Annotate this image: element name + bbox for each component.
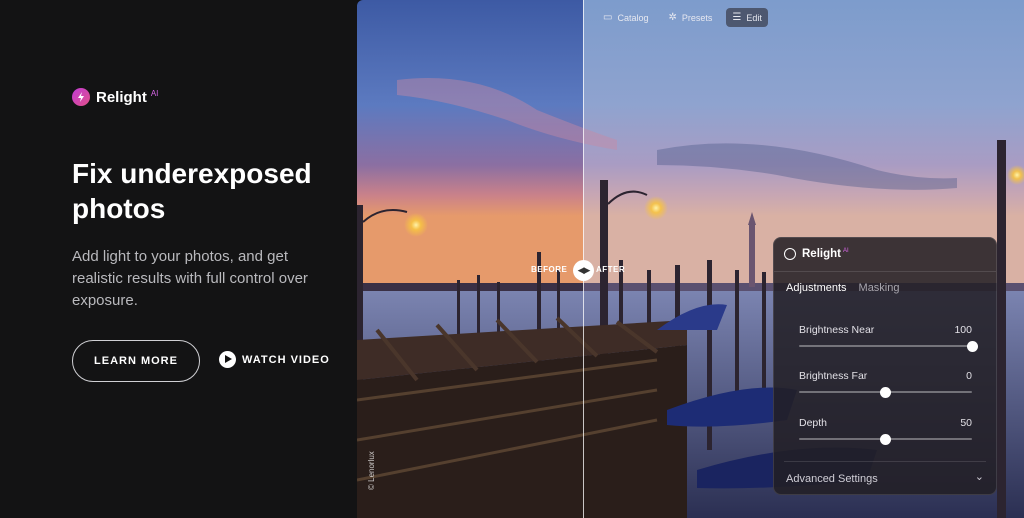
brand-ai-badge: AI — [150, 88, 159, 98]
slider-label: Depth — [799, 417, 828, 429]
compare-divider[interactable] — [583, 0, 584, 518]
panel-tabs: Adjustments Masking — [786, 282, 900, 294]
page-title: Fix underexposed photos — [72, 158, 312, 224]
sparkle-icon: ✲ — [668, 12, 677, 23]
catalog-label: Catalog — [617, 12, 649, 23]
slider-track[interactable] — [799, 386, 972, 398]
sliders-icon: ☰ — [732, 12, 742, 23]
slider-track[interactable] — [799, 340, 978, 352]
before-label: BEFORE — [531, 265, 568, 274]
slider-value: 0 — [966, 370, 972, 382]
panel-divider — [784, 461, 986, 462]
photo-toolbar: ▭ Catalog ✲ Presets ☰ Edit — [597, 8, 768, 27]
watch-video-button[interactable]: WATCH VIDEO — [219, 351, 330, 368]
slider-thumb[interactable] — [880, 386, 891, 398]
chevron-down-icon[interactable]: ⌄ — [975, 470, 984, 483]
presets-tab[interactable]: ✲ Presets — [662, 8, 718, 27]
relight-icon — [784, 248, 796, 260]
slider-thumb[interactable] — [880, 433, 891, 445]
watch-video-label: WATCH VIDEO — [242, 353, 330, 366]
panel-divider — [774, 271, 996, 272]
play-icon — [219, 351, 236, 368]
before-after-photo[interactable]: BEFORE ◀▶ AFTER © Lenorlux ▭ Catalog ✲ P… — [357, 0, 1024, 518]
slider-track[interactable] — [799, 433, 972, 445]
hero-description: Add light to your photos, and get realis… — [72, 248, 308, 309]
edit-label: Edit — [746, 12, 762, 23]
panel-ai-badge: AI — [842, 247, 849, 254]
learn-more-button[interactable]: LEARN MORE — [72, 340, 200, 382]
relight-panel: Relight AI Adjustments Masking Brightnes… — [773, 237, 997, 495]
slider-value: 50 — [960, 417, 972, 429]
panel-header: Relight AI — [784, 248, 849, 260]
tab-masking[interactable]: Masking — [859, 282, 900, 294]
edit-tab[interactable]: ☰ Edit — [726, 8, 768, 27]
brand: Relight AI — [72, 88, 158, 106]
brand-name: Relight — [96, 88, 147, 106]
after-label: AFTER — [596, 265, 626, 274]
presets-label: Presets — [681, 12, 713, 23]
slider-value: 100 — [954, 324, 972, 336]
panel-title: Relight — [802, 248, 841, 260]
hero-section: Relight AI Fix underexposed photos Add l… — [0, 0, 357, 518]
relight-logo-icon — [72, 88, 90, 106]
photo-credit: © Lenorlux — [367, 451, 376, 490]
compare-handle[interactable]: ◀▶ — [573, 260, 594, 281]
slider-thumb[interactable] — [966, 340, 978, 352]
catalog-tab[interactable]: ▭ Catalog — [597, 8, 654, 27]
slider-label: Brightness Near — [799, 324, 875, 336]
folder-icon: ▭ — [603, 12, 613, 23]
advanced-settings-toggle[interactable]: Advanced Settings — [786, 473, 878, 485]
drag-arrows-icon: ◀▶ — [577, 265, 591, 275]
tab-adjustments[interactable]: Adjustments — [786, 282, 847, 294]
slider-label: Brightness Far — [799, 370, 868, 382]
